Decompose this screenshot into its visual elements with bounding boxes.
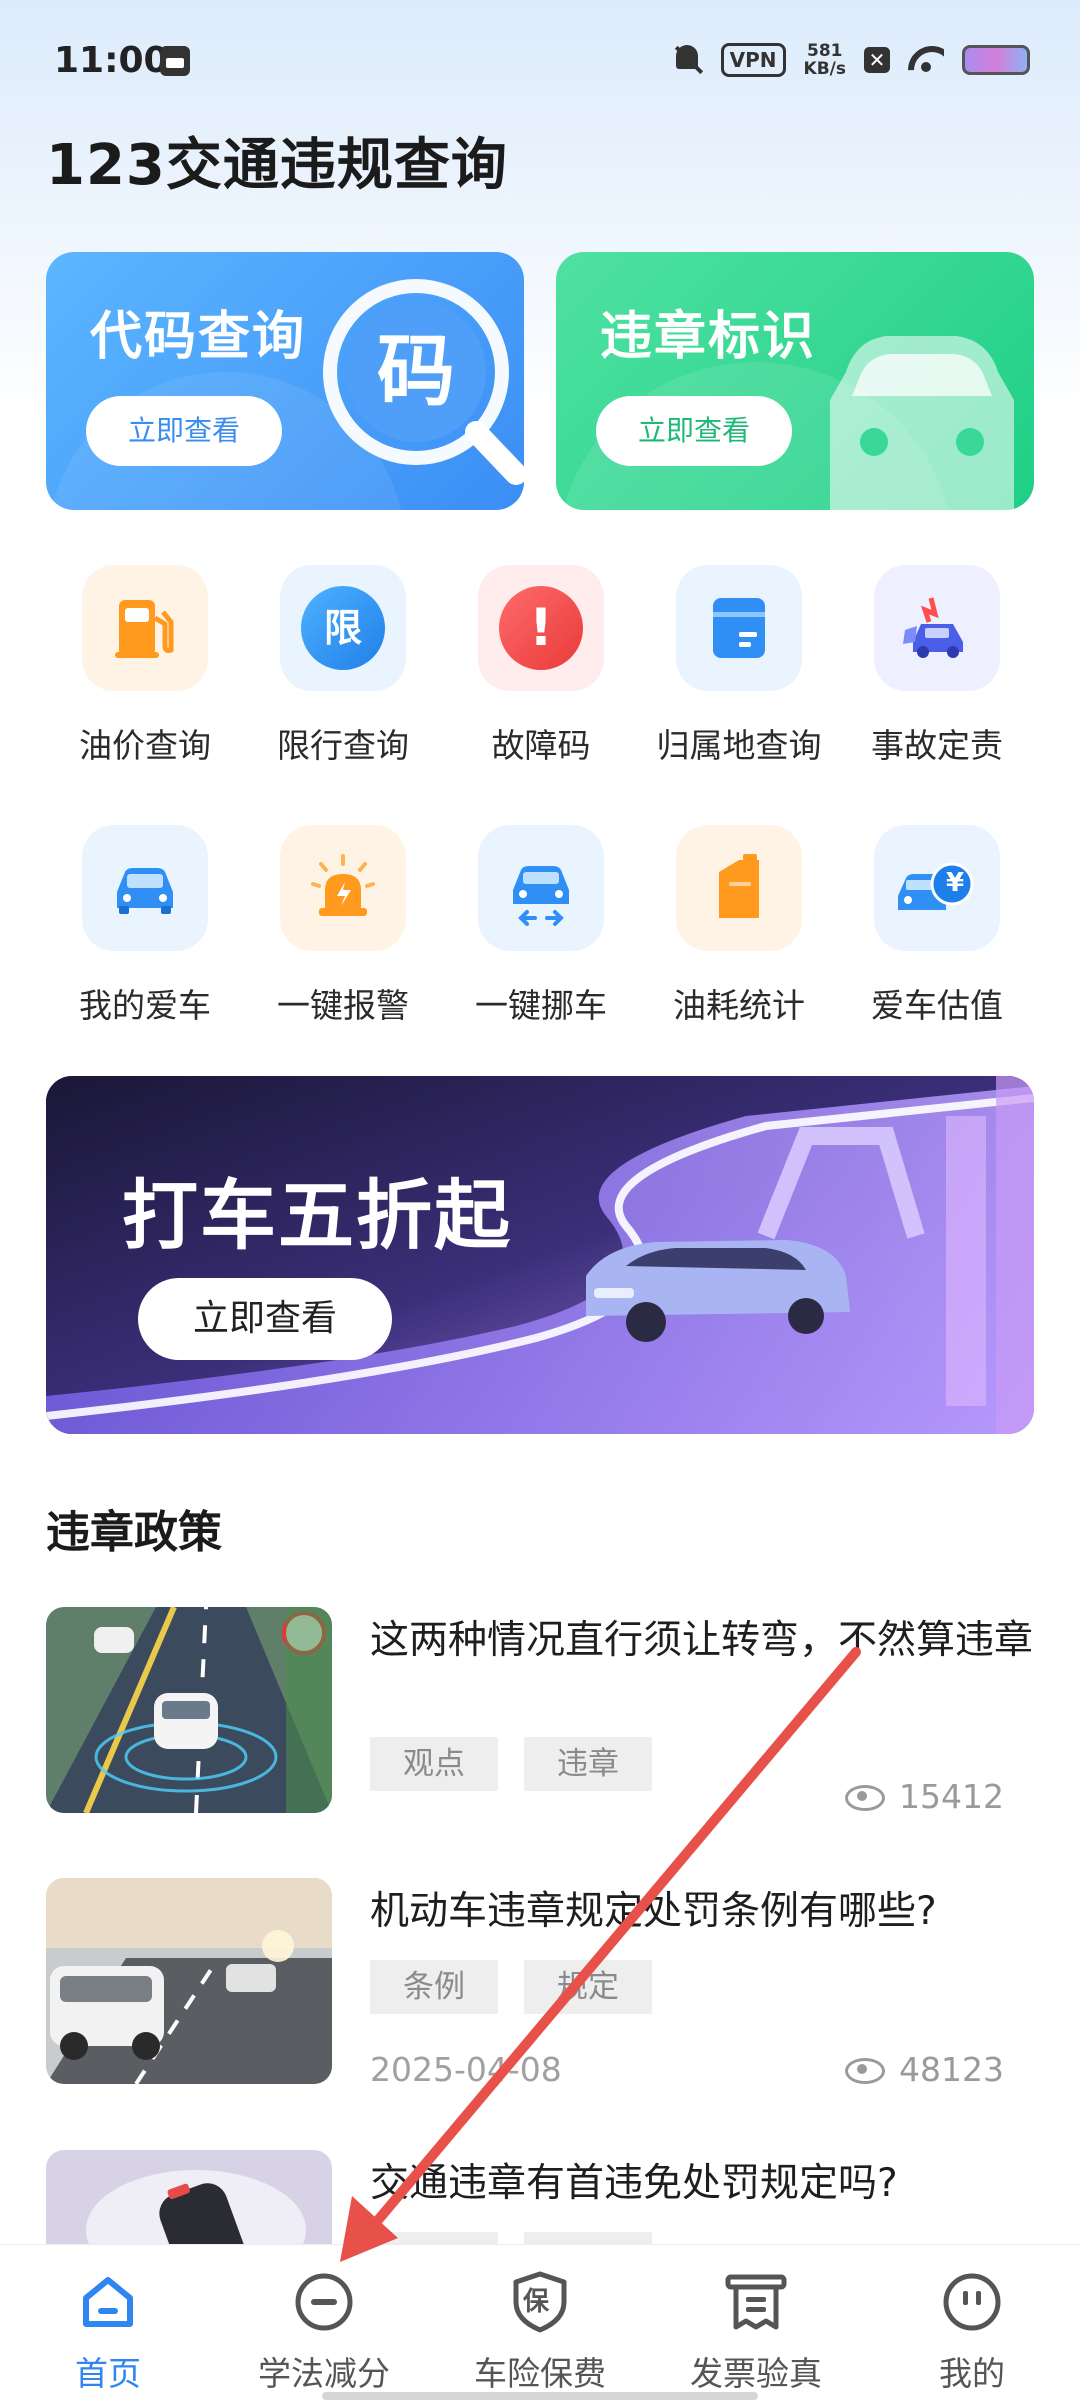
nav-study-law[interactable]: 学法减分 [216, 2245, 432, 2408]
grid-item-restriction[interactable]: 限 限行查询 [244, 565, 442, 785]
nav-label: 车险保费 [474, 2354, 606, 2393]
nav-profile[interactable]: 我的 [864, 2245, 1080, 2408]
battery-icon [962, 45, 1030, 75]
move-car-icon [478, 825, 604, 951]
news-item[interactable]: 这两种情况直行须让转弯，不然算违章 观点 违章 15412 [46, 1607, 1034, 1817]
nav-home[interactable]: 首页 [0, 2245, 216, 2408]
code-badge-text: 码 [376, 327, 455, 417]
code-lookup-view-button[interactable]: 立即查看 [86, 396, 282, 466]
section-title: 违章政策 [46, 1507, 222, 1558]
car-value-icon: ¥ [874, 825, 1000, 951]
news-tag [524, 2232, 652, 2244]
warning-icon-text: ! [499, 586, 583, 670]
news-thumbnail [46, 1607, 332, 1813]
grid-label: 事故定责 [871, 726, 1003, 765]
news-thumbnail [46, 2150, 332, 2244]
wifi-icon [908, 46, 944, 74]
news-views: 15412 [845, 1777, 1004, 1816]
speed-value: 581 [807, 41, 843, 61]
location-book-icon [676, 565, 802, 691]
status-time: 11:00 [54, 40, 169, 81]
grid-label: 我的爱车 [79, 986, 211, 1025]
news-tag: 违章 [524, 1737, 652, 1791]
violation-sign-card[interactable]: 违章标识 立即查看 [556, 252, 1034, 510]
fuel-pump-icon [82, 565, 208, 691]
promo-banner[interactable]: 打车五折起 立即查看 [46, 1076, 1034, 1434]
news-tag [370, 2232, 498, 2244]
my-car-icon [82, 825, 208, 951]
news-item[interactable]: 机动车违章规定处罚条例有哪些? 条例 规定 2025-04-08 48123 [46, 1878, 1034, 2089]
nav-label: 发票验真 [690, 2354, 822, 2393]
invoice-icon [723, 2269, 789, 2335]
restriction-icon: 限 [280, 565, 406, 691]
mute-bell-icon [673, 43, 703, 77]
car-accident-icon [874, 565, 1000, 691]
grid-item-fuel-consumption[interactable]: 油耗统计 [640, 825, 838, 1045]
nav-insurance[interactable]: 保 车险保费 [432, 2245, 648, 2408]
grid-label: 一键报警 [277, 986, 409, 1025]
bottom-nav: 首页 学法减分 保 车险保费 发票验真 我的 [0, 2244, 1080, 2408]
card-title: 违章标识 [600, 307, 817, 367]
news-tag: 条例 [370, 1960, 498, 2014]
grid-item-car-value[interactable]: ¥ 爱车估值 [838, 825, 1036, 1045]
status-bar: 11:00 VPN 581 KB/s ✕ [0, 0, 1080, 120]
home-indicator [322, 2392, 758, 2400]
insurance-icon-text: 保 [523, 2287, 550, 2317]
eye-icon [845, 1784, 886, 1811]
grid-label: 故障码 [491, 726, 591, 765]
grid-label: 油耗统计 [673, 986, 805, 1025]
views-count: 15412 [899, 1777, 1004, 1816]
grid-label: 爱车估值 [871, 986, 1003, 1025]
grid-item-alarm[interactable]: 一键报警 [244, 825, 442, 1045]
feature-grid: 油价查询 限 限行查询 ! 故障码 归属地查询 事故定责 我的爱车 一键报警 一… [46, 565, 1034, 1045]
car-front-icon [562, 336, 1014, 510]
insurance-shield-icon: 保 [507, 2269, 573, 2335]
grid-item-location[interactable]: 归属地查询 [640, 565, 838, 785]
status-icons: VPN 581 KB/s ✕ [673, 40, 1030, 80]
news-title: 机动车违章规定处罚条例有哪些? [370, 1889, 937, 1934]
home-icon [75, 2269, 141, 2335]
car-value-icon-text: ¥ [945, 868, 965, 898]
views-count: 48123 [899, 2050, 1004, 2089]
grid-label: 归属地查询 [656, 726, 822, 765]
code-lookup-card[interactable]: 码 代码查询 立即查看 [46, 252, 524, 510]
app-notification-icon: ✕ [864, 47, 890, 73]
warning-icon: ! [478, 565, 604, 691]
fuel-can-icon [676, 825, 802, 951]
banner-title: 打车五折起 [122, 1171, 512, 1260]
card-title: 代码查询 [90, 307, 307, 367]
grid-item-fault-code[interactable]: ! 故障码 [442, 565, 640, 785]
banner-view-button[interactable]: 立即查看 [138, 1278, 392, 1360]
nav-label: 学法减分 [258, 2354, 390, 2393]
app-title: 123交通违规查询 [46, 133, 508, 198]
grid-label: 油价查询 [79, 726, 211, 765]
minus-circle-icon [291, 2269, 357, 2335]
grid-label: 限行查询 [277, 726, 409, 765]
news-views: 48123 [845, 2050, 1004, 2089]
speed-unit: KB/s [803, 59, 846, 79]
eye-icon [845, 2057, 886, 2084]
grid-item-accident[interactable]: 事故定责 [838, 565, 1036, 785]
nav-label: 首页 [75, 2354, 141, 2393]
violation-sign-view-button[interactable]: 立即查看 [596, 396, 792, 466]
news-item[interactable]: 交通违章有首违免处罚规定吗? [46, 2150, 1034, 2244]
news-tag: 观点 [370, 1737, 498, 1791]
grid-item-move-car[interactable]: 一键挪车 [442, 825, 640, 1045]
nav-label: 我的 [939, 2354, 1005, 2393]
restriction-icon-text: 限 [301, 586, 385, 670]
news-thumbnail [46, 1878, 332, 2084]
grid-item-my-car[interactable]: 我的爱车 [46, 825, 244, 1045]
grid-label: 一键挪车 [475, 986, 607, 1025]
grid-item-fuel-price[interactable]: 油价查询 [46, 565, 244, 785]
alarm-light-icon [280, 825, 406, 951]
news-title: 这两种情况直行须让转弯，不然算违章 [370, 1618, 1034, 1663]
profile-icon [939, 2269, 1005, 2335]
vpn-badge: VPN [720, 43, 786, 77]
calendar-notification-icon [160, 46, 190, 76]
network-speed: 581 KB/s [804, 42, 846, 78]
news-title: 交通违章有首违免处罚规定吗? [370, 2161, 898, 2206]
news-tag: 规定 [524, 1960, 652, 2014]
nav-invoice[interactable]: 发票验真 [648, 2245, 864, 2408]
news-date: 2025-04-08 [370, 2050, 562, 2089]
